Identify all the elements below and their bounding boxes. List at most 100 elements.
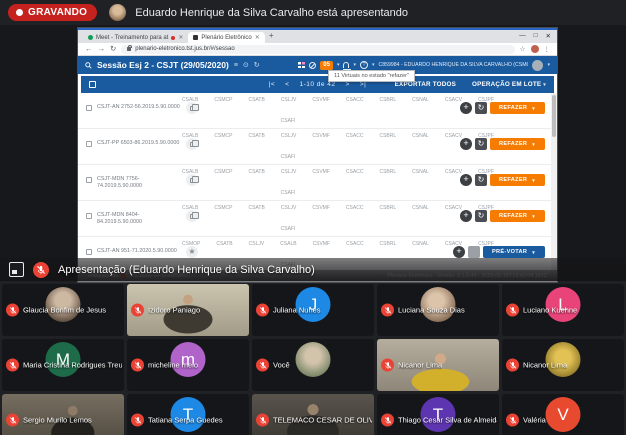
last-page-button[interactable]: >| (360, 81, 366, 88)
row-checkbox[interactable] (86, 105, 92, 111)
row-checkbox[interactable] (86, 141, 92, 147)
new-tab-button[interactable]: + (269, 31, 274, 40)
row-action-button[interactable]: REFAZER ▼ (490, 102, 545, 114)
search-icon[interactable] (85, 62, 92, 69)
participant-tile[interactable]: T Tatiana Serpa Guedes (127, 394, 249, 435)
apps-grid-icon[interactable] (298, 62, 305, 68)
participant-tile[interactable]: Nicanor Lima (502, 339, 624, 391)
chevron-down-icon[interactable]: ▾ (547, 62, 550, 68)
prev-page-button[interactable]: < (285, 81, 289, 88)
column-label: CSBRL (380, 241, 397, 247)
help-icon[interactable]: ? (360, 61, 368, 69)
participant-tile[interactable]: m micheline melo (127, 339, 249, 391)
column-label: CSACC (346, 241, 364, 247)
sync-button[interactable]: ↻ (475, 210, 487, 222)
user-avatar[interactable] (532, 60, 543, 71)
mic-muted-icon (131, 359, 144, 372)
chevron-down-icon[interactable]: ▾ (337, 62, 340, 68)
participant-tile[interactable]: Você (252, 339, 374, 391)
shared-screen[interactable]: Meet - Treinamento para at ✕ Plenário El… (78, 28, 557, 282)
mic-muted-icon (6, 304, 19, 317)
row-checkbox[interactable] (86, 213, 92, 219)
participant-tile[interactable]: J Juliana Nunes (252, 284, 374, 336)
tab-meet[interactable]: Meet - Treinamento para at ✕ (83, 32, 188, 43)
copy-icon (190, 106, 195, 111)
chevron-down-icon[interactable]: ▾ (353, 62, 356, 68)
tab-close-icon[interactable]: ✕ (255, 34, 260, 41)
participant-tile[interactable]: Nicanor Lima (377, 339, 499, 391)
table-row[interactable]: CSALBCSMCPCSATBCSLJVCSVMFCSACCCSBRLCSNAL… (78, 201, 557, 237)
participant-tile[interactable]: T Thiago Cesar Silva de Almeida (377, 394, 499, 435)
participant-tile[interactable]: Sergio Murilo Lemos (2, 394, 124, 435)
participant-tile[interactable]: V Valéria (502, 394, 624, 435)
sync-button[interactable]: ↻ (475, 102, 487, 114)
row-action-button[interactable]: REFAZER ▼ (490, 174, 545, 186)
browser-profile-avatar[interactable] (531, 45, 539, 53)
column-label: CSNAL (412, 169, 429, 175)
unpin-presentation-icon[interactable] (9, 262, 24, 277)
tab-plenario[interactable]: Plenário Eletrônico ✕ (188, 32, 264, 43)
bell-icon[interactable] (343, 62, 349, 68)
row-action-label: PRÉ-VOTAR (492, 249, 527, 255)
add-button[interactable]: + (460, 102, 472, 114)
row-action-button[interactable]: REFAZER ▼ (490, 210, 545, 222)
status-tooltip: 11 Virtuais no estado "refazer" (328, 70, 415, 82)
table-row[interactable]: CSALBCSMCPCSATBCSLJVCSVMFCSACCCSBRLCSNAL… (78, 129, 557, 165)
participant-tile[interactable]: Luciana Souza Dias (377, 284, 499, 336)
row-type-icon-wrap[interactable] (186, 174, 198, 186)
participant-tile[interactable]: M Maria Cristina Rodrigues Treu (2, 339, 124, 391)
next-page-button[interactable]: > (346, 81, 350, 88)
bookmark-star-icon[interactable]: ☆ (520, 45, 526, 53)
row-action-label: REFAZER (499, 105, 527, 111)
window-close-button[interactable]: ✕ (546, 32, 551, 40)
participant-tile[interactable]: TELEMACO CESAR DE OLIV... (252, 394, 374, 435)
row-type-icon-wrap[interactable]: ★ (186, 246, 198, 258)
sync-button[interactable]: ↻ (468, 246, 480, 258)
participant-tile[interactable]: Glaucia Bonfim de Jesus (2, 284, 124, 336)
column-label: CSATB (249, 169, 265, 175)
sync-button[interactable]: ↻ (475, 138, 487, 150)
row-checkbox[interactable] (86, 177, 92, 183)
url-input[interactable]: plenario-eletronico.tst.jus.br/#/sessao (121, 45, 514, 54)
add-button[interactable]: + (460, 210, 472, 222)
first-page-button[interactable]: |< (269, 81, 275, 88)
row-type-icon-wrap[interactable] (186, 210, 198, 222)
notification-badge[interactable]: 05 (320, 61, 333, 70)
clock-icon[interactable]: ⊙ (243, 61, 249, 69)
add-button[interactable]: + (453, 246, 465, 258)
window-minimize-button[interactable]: — (519, 32, 526, 40)
participant-tile[interactable]: L Luciano Kuehne (502, 284, 624, 336)
row-type-icon-wrap[interactable] (186, 138, 198, 150)
refresh-icon[interactable]: ↻ (254, 61, 260, 69)
chevron-down-icon[interactable]: ▾ (372, 62, 375, 68)
browser-menu-icon[interactable]: ⋮ (544, 45, 551, 53)
table-row[interactable]: CSALBCSMCPCSATBCSLJVCSVMFCSACCCSBRLCSNAL… (78, 165, 557, 201)
add-button[interactable]: + (460, 174, 472, 186)
column-label: CSATB (249, 133, 265, 139)
tab-close-icon[interactable]: ✕ (178, 34, 183, 41)
row-action-button[interactable]: PRÉ-VOTAR ▼ (483, 246, 545, 258)
add-button[interactable]: + (460, 138, 472, 150)
column-label: CSLJV (281, 97, 297, 103)
sync-button[interactable]: ↻ (475, 174, 487, 186)
mic-muted-icon (131, 304, 144, 317)
participant-tile[interactable]: Izidoro Paniago (127, 284, 249, 336)
forward-icon[interactable]: → (98, 45, 106, 53)
column-label: CSVMF (312, 133, 330, 139)
window-maximize-button[interactable]: □ (534, 32, 538, 40)
block-icon[interactable] (309, 62, 316, 69)
row-action-label: REFAZER (499, 141, 527, 147)
table-row[interactable]: CSALBCSMCPCSATBCSLJVCSVMFCSACCCSBRLCSNAL… (78, 93, 557, 129)
center-column-label: CSAFI (78, 226, 498, 232)
column-label: CSVMF (312, 205, 330, 211)
table-scrollbar[interactable] (551, 93, 557, 270)
presentation-label: Apresentação (Eduardo Henrique da Silva … (58, 264, 315, 276)
list-icon[interactable]: ≡ (234, 62, 238, 69)
column-label: CSATB (216, 241, 232, 247)
row-checkbox[interactable] (86, 249, 92, 255)
row-type-icon-wrap[interactable] (186, 102, 198, 114)
reload-icon[interactable]: ↻ (110, 45, 116, 53)
row-action-button[interactable]: REFAZER ▼ (490, 138, 545, 150)
column-label: CSNAL (412, 133, 429, 139)
back-icon[interactable]: ← (85, 45, 93, 53)
